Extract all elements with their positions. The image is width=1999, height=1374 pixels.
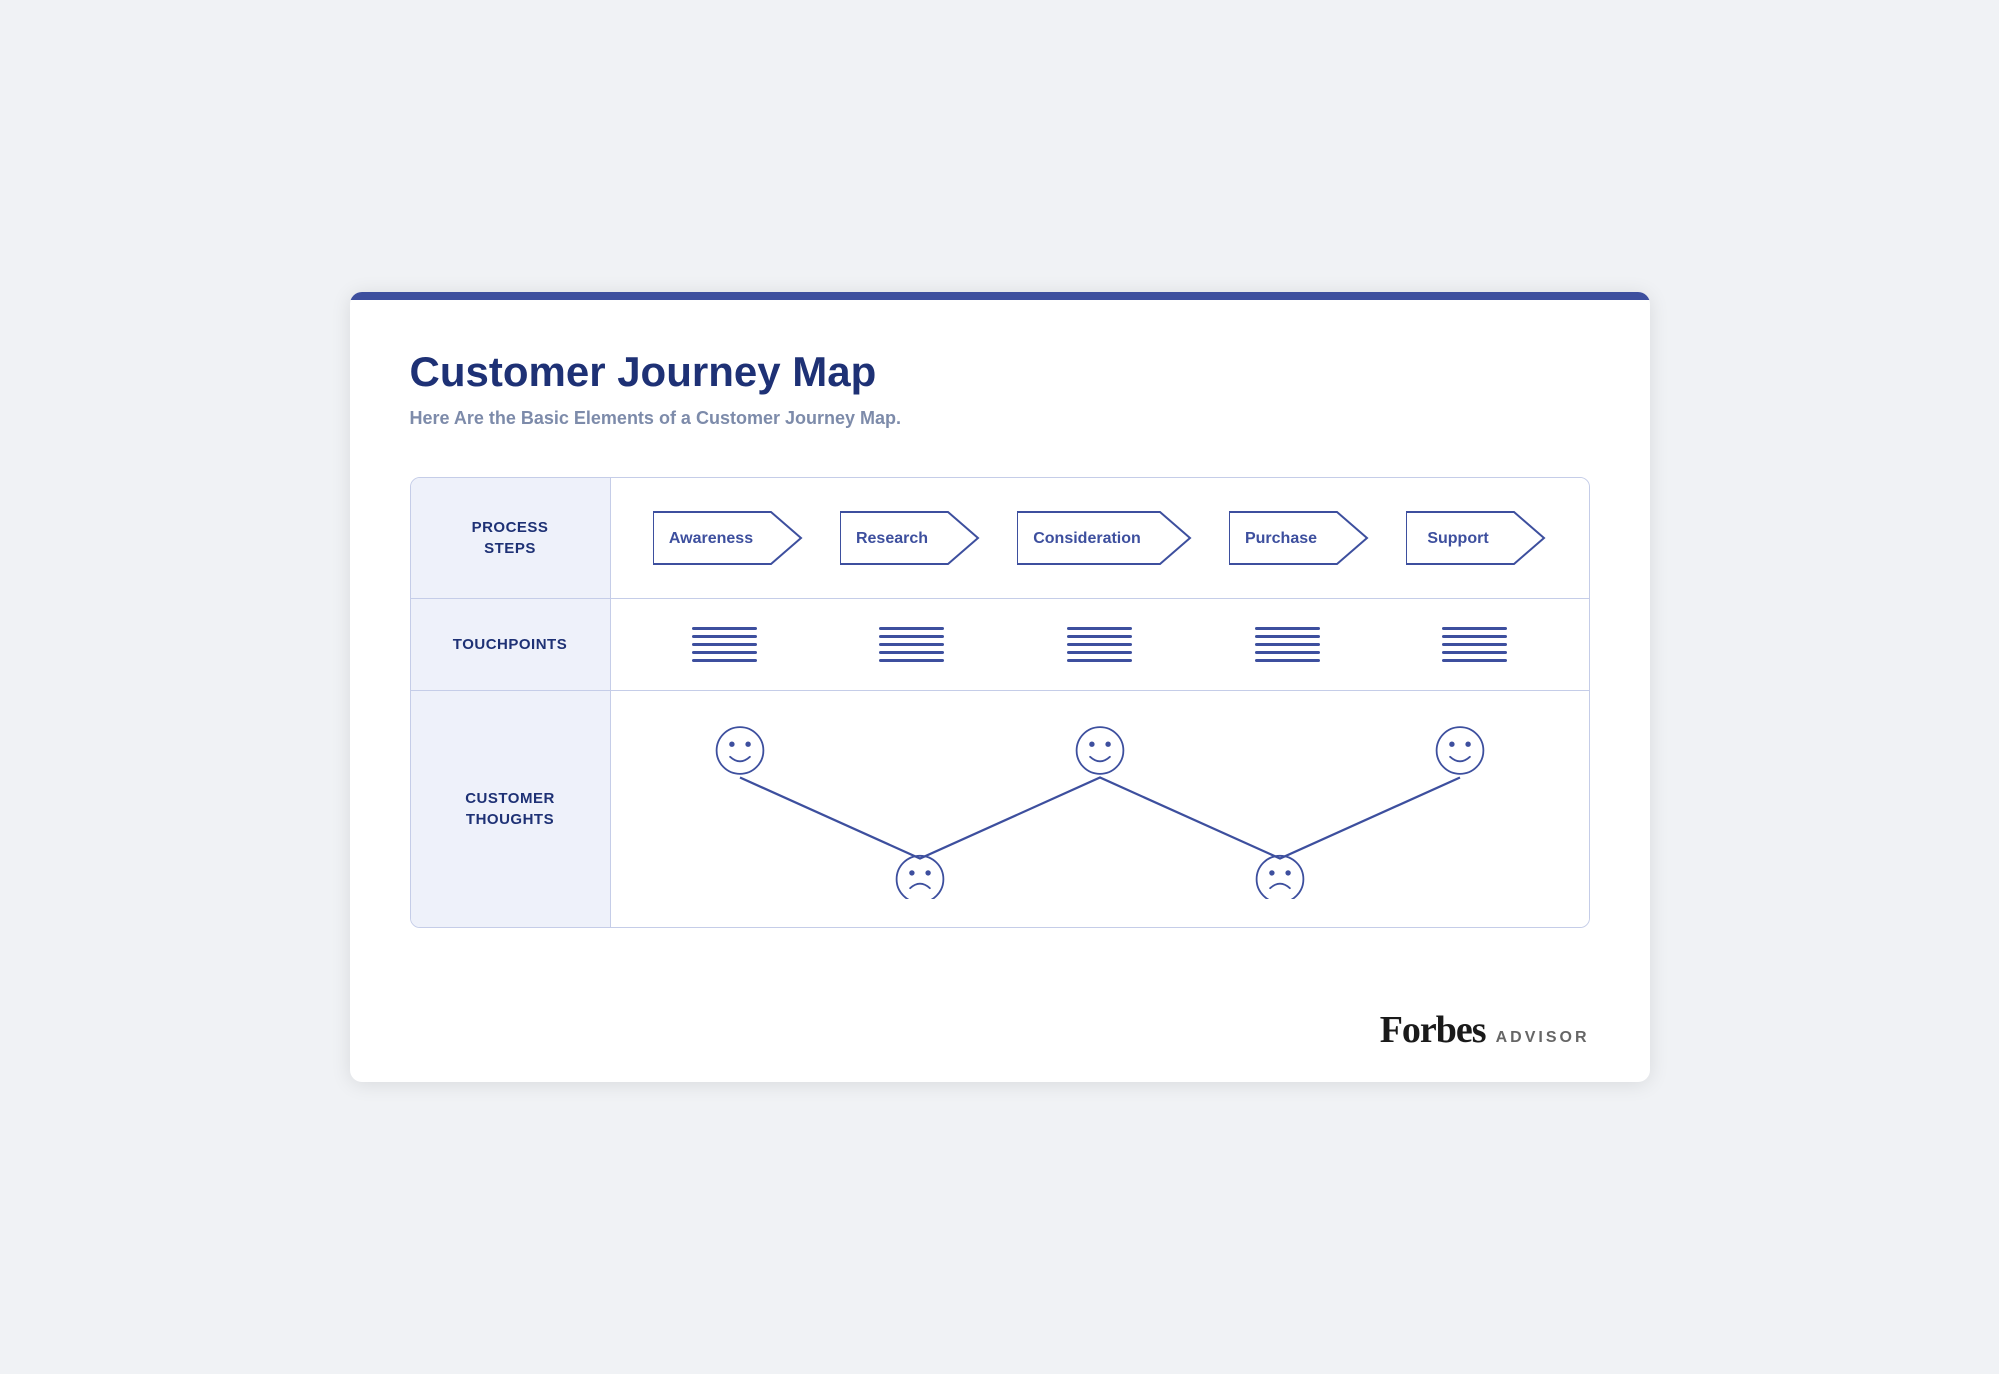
process-steps-label: PROCESSSTEPS (411, 478, 611, 598)
customer-thoughts-row: CUSTOMERTHOUGHTS (411, 691, 1589, 927)
step-consideration: Consideration (1017, 510, 1192, 566)
line (1442, 651, 1507, 654)
card-content: Customer Journey Map Here Are the Basic … (350, 300, 1650, 988)
line (1255, 643, 1320, 646)
line (692, 627, 757, 630)
touchpoint-2 (879, 627, 944, 662)
smiley-consideration (1076, 727, 1123, 774)
line (1255, 627, 1320, 630)
research-arrow-svg: Research (840, 510, 980, 566)
touchpoint-1 (692, 627, 757, 662)
line (879, 659, 944, 662)
page-subtitle: Here Are the Basic Elements of a Custome… (410, 408, 1590, 429)
main-card: Customer Journey Map Here Are the Basic … (350, 292, 1650, 1082)
smiley-support (1436, 727, 1483, 774)
line (692, 643, 757, 646)
line (1255, 651, 1320, 654)
forbes-footer: Forbes ADVISOR (350, 988, 1650, 1082)
thoughts-chart (631, 719, 1569, 899)
forbes-advisor: ADVISOR (1496, 1029, 1590, 1047)
customer-thoughts-content (611, 691, 1589, 927)
process-steps-row: PROCESSSTEPS Awareness Resea (411, 478, 1589, 599)
line (692, 635, 757, 638)
sentiment-line (740, 778, 1460, 859)
line (1442, 659, 1507, 662)
touchpoints-row: TOUCHPOINTS (411, 599, 1589, 691)
step-awareness: Awareness (653, 510, 803, 566)
line (879, 635, 944, 638)
customer-thoughts-label: CUSTOMERTHOUGHTS (411, 691, 611, 927)
svg-text:Consideration: Consideration (1033, 530, 1141, 547)
process-steps-label-text: PROCESSSTEPS (472, 517, 549, 559)
forbes-brand: Forbes (1380, 1008, 1486, 1052)
consideration-arrow-svg: Consideration (1017, 510, 1192, 566)
line (1067, 635, 1132, 638)
svg-text:Purchase: Purchase (1245, 530, 1317, 547)
touchpoints-content (611, 599, 1589, 690)
touchpoint-5 (1442, 627, 1507, 662)
support-arrow-svg: Support (1406, 510, 1546, 566)
touchpoint-3 (1067, 627, 1132, 662)
journey-table: PROCESSSTEPS Awareness Resea (410, 477, 1590, 928)
awareness-arrow-svg: Awareness (653, 510, 803, 566)
line (1067, 659, 1132, 662)
step-support: Support (1406, 510, 1546, 566)
line (1442, 643, 1507, 646)
line (879, 643, 944, 646)
touchpoints-label-text: TOUCHPOINTS (453, 634, 567, 655)
line (1067, 643, 1132, 646)
line (692, 659, 757, 662)
smiley-purchase (1256, 856, 1303, 899)
line (1442, 635, 1507, 638)
touchpoint-4 (1255, 627, 1320, 662)
smiley-research (896, 856, 943, 899)
touchpoints-label: TOUCHPOINTS (411, 599, 611, 690)
line (1255, 659, 1320, 662)
purchase-arrow-svg: Purchase (1229, 510, 1369, 566)
top-bar (350, 292, 1650, 300)
line (692, 651, 757, 654)
page-title: Customer Journey Map (410, 348, 1590, 396)
customer-thoughts-label-text: CUSTOMERTHOUGHTS (465, 788, 555, 830)
line (1067, 651, 1132, 654)
line (879, 627, 944, 630)
line (1067, 627, 1132, 630)
line (879, 651, 944, 654)
svg-text:Awareness: Awareness (669, 530, 753, 547)
step-research: Research (840, 510, 980, 566)
svg-text:Research: Research (856, 530, 928, 547)
step-purchase: Purchase (1229, 510, 1369, 566)
smiley-awareness (716, 727, 763, 774)
line (1442, 627, 1507, 630)
svg-text:Support: Support (1427, 530, 1489, 547)
process-steps-content: Awareness Research Con (611, 478, 1589, 598)
line (1255, 635, 1320, 638)
